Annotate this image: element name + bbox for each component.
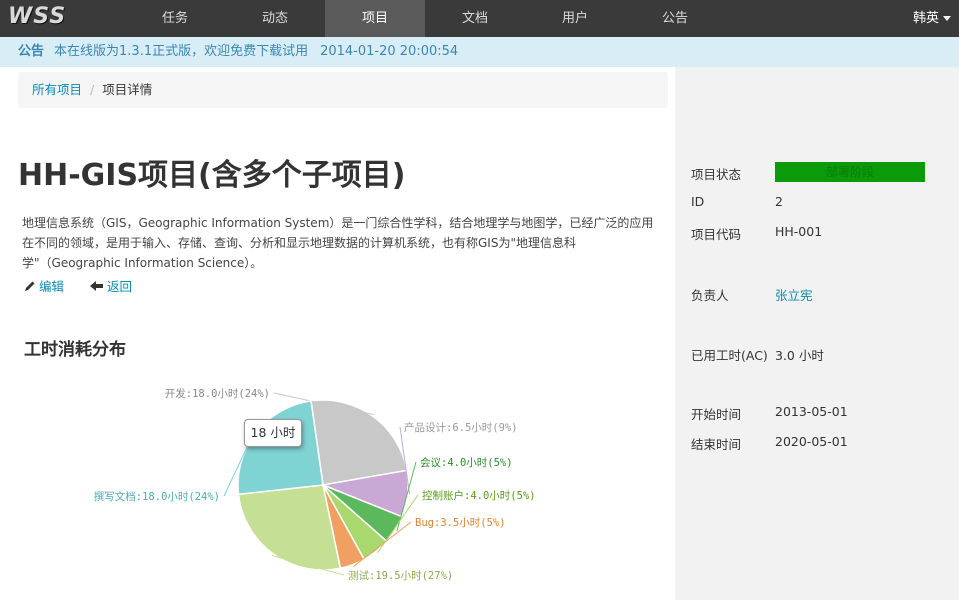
back-label: 返回 [107, 279, 133, 294]
nav-item-announcements[interactable]: 公告 [625, 0, 725, 37]
user-name: 韩英 [912, 11, 939, 26]
main-nav: 任务 动态 项目 文档 用户 公告 [125, 0, 725, 37]
start-label: 开始时间 [691, 407, 742, 422]
chevron-down-icon [943, 16, 951, 21]
nav-item-users[interactable]: 用户 [525, 0, 625, 37]
pie-label-bug: Bug:3.5小时(5%) [415, 517, 506, 529]
user-menu[interactable]: 韩英 [913, 0, 951, 37]
pie-label-meetings: 会议:4.0小时(5%) [420, 456, 513, 469]
status-label: 项目状态 [691, 167, 742, 182]
pie-label-development: 开发:18.0小时(24%) [165, 387, 270, 400]
ac-value: 3.0 小时 [775, 348, 824, 363]
project-properties-panel: 项目状态 部署阶段 ID 2 项目代码 HH-001 负责人 张立宪 已用工时(… [675, 67, 959, 600]
project-description: 地理信息系统（GIS，Geographic Information System… [22, 216, 654, 270]
pie-label-testing: 测试:19.5小时(27%) [348, 569, 453, 582]
nav-item-projects[interactable]: 项目 [325, 0, 425, 37]
breadcrumb: 所有项目 / 项目详情 [18, 72, 668, 108]
app-logo[interactable]: WSS [8, 4, 66, 29]
top-navbar: WSS 任务 动态 项目 文档 用户 公告 韩英 [0, 0, 959, 37]
pie-label-control-account: 控制账户:4.0小时(5%) [422, 489, 536, 502]
pie-slice-testing[interactable] [237, 484, 342, 571]
code-value: HH-001 [775, 224, 823, 239]
announcement-label: 公告 [18, 44, 45, 59]
status-badge: 部署阶段 [775, 162, 925, 182]
pencil-icon [25, 281, 35, 291]
id-value: 2 [775, 194, 783, 209]
announcement-bar: 公告 本在线版为1.3.1正式版，欢迎免费下载试用 2014-01-20 20:00… [0, 37, 959, 67]
chart-tooltip: 18 小时 [244, 419, 302, 447]
nav-item-tasks[interactable]: 任务 [125, 0, 225, 37]
breadcrumb-separator: / [90, 82, 95, 97]
pie-label-product-design: 产品设计:6.5小时(9%) [404, 421, 518, 434]
id-label: ID [691, 194, 705, 209]
edit-label: 编辑 [39, 279, 65, 294]
pie-label-documentation: 撰写文档:18.0小时(24%) [94, 490, 220, 503]
end-label: 结束时间 [691, 437, 742, 452]
arrow-left-icon [90, 281, 103, 291]
breadcrumb-all-projects[interactable]: 所有项目 [32, 82, 82, 97]
edit-link[interactable]: 编辑 [24, 279, 64, 294]
announcement-time: 2014-01-20 20:00:54 [320, 44, 459, 59]
pie-slice-documentation[interactable] [237, 399, 324, 496]
section-title-hours-distribution: 工时消耗分布 [24, 340, 126, 360]
hours-pie-chart: 开发:18.0小时(24%) 产品设计:6.5小时(9%) 会议:4.0小时(5%)… [94, 387, 536, 582]
ac-label: 已用工时(AC) [691, 348, 768, 363]
start-value: 2013-05-01 [775, 404, 848, 419]
end-value: 2020-05-01 [775, 434, 848, 449]
breadcrumb-current: 项目详情 [102, 82, 153, 97]
project-actions: 编辑 返回 [24, 276, 154, 295]
nav-item-activity[interactable]: 动态 [225, 0, 325, 37]
status-value: 部署阶段 [825, 165, 874, 179]
owner-link[interactable]: 张立宪 [775, 285, 813, 304]
owner-label: 负责人 [691, 288, 729, 303]
nav-item-documents[interactable]: 文档 [425, 0, 525, 37]
code-label: 项目代码 [691, 227, 742, 242]
announcement-text[interactable]: 本在线版为1.3.1正式版，欢迎免费下载试用 [54, 44, 308, 59]
back-link[interactable]: 返回 [90, 279, 132, 294]
page-title: HH-GIS项目(含多个子项目) [18, 158, 406, 193]
